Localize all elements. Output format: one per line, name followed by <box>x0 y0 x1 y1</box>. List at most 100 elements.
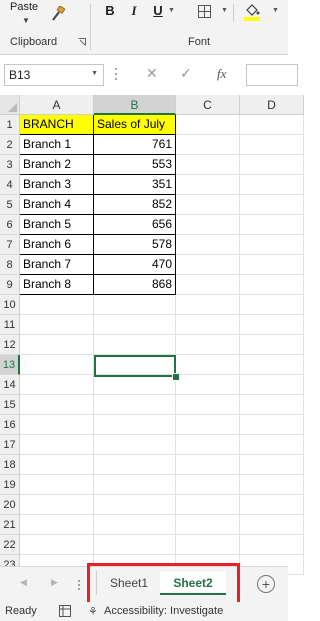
cell-b18[interactable] <box>94 455 176 475</box>
cell-c15[interactable] <box>176 395 240 415</box>
paste-dropdown-icon[interactable]: ▼ <box>22 16 30 25</box>
cell-c18[interactable] <box>176 455 240 475</box>
bold-button[interactable]: B <box>102 3 118 19</box>
cell-d10[interactable] <box>240 295 304 315</box>
cell-c20[interactable] <box>176 495 240 515</box>
cell-a14[interactable] <box>20 375 94 395</box>
cell-a18[interactable] <box>20 455 94 475</box>
cell-d11[interactable] <box>240 315 304 335</box>
insert-function-button[interactable]: fx <box>217 66 226 82</box>
borders-dropdown-icon[interactable]: ▼ <box>221 7 228 14</box>
cell-a17[interactable] <box>20 435 94 455</box>
paste-button[interactable]: Paste <box>10 1 38 13</box>
cell-d12[interactable] <box>240 335 304 355</box>
cell-d2[interactable] <box>240 135 304 155</box>
enter-icon[interactable]: ✓ <box>180 65 192 82</box>
cell-d16[interactable] <box>240 415 304 435</box>
cell-c11[interactable] <box>176 315 240 335</box>
cell-a19[interactable] <box>20 475 94 495</box>
row-header-15[interactable]: 15 <box>0 395 20 415</box>
fill-color-icon[interactable] <box>243 2 261 22</box>
row-header-1[interactable]: 1 <box>0 115 20 135</box>
cell-d20[interactable] <box>240 495 304 515</box>
cell-c10[interactable] <box>176 295 240 315</box>
cell-b11[interactable] <box>94 315 176 335</box>
cell-d9[interactable] <box>240 275 304 295</box>
column-header-a[interactable]: A <box>20 95 94 115</box>
cell-b15[interactable] <box>94 395 176 415</box>
row-header-13[interactable]: 13 <box>0 355 20 375</box>
cell-d17[interactable] <box>240 435 304 455</box>
row-header-20[interactable]: 20 <box>0 495 20 515</box>
row-header-12[interactable]: 12 <box>0 335 20 355</box>
cell-b12[interactable] <box>94 335 176 355</box>
branch-cell[interactable]: Branch 1 <box>20 135 94 155</box>
underline-dropdown-icon[interactable]: ▼ <box>168 7 175 14</box>
row-header-2[interactable]: 2 <box>0 135 20 155</box>
cell-b16[interactable] <box>94 415 176 435</box>
add-sheet-icon[interactable]: + <box>257 575 275 593</box>
cell-a16[interactable] <box>20 415 94 435</box>
cell-d21[interactable] <box>240 515 304 535</box>
underline-button[interactable]: U <box>150 3 166 19</box>
row-header-11[interactable]: 11 <box>0 315 20 335</box>
cell-b21[interactable] <box>94 515 176 535</box>
cell-a20[interactable] <box>20 495 94 515</box>
cell-c2[interactable] <box>176 135 240 155</box>
cell-a13[interactable] <box>20 355 94 375</box>
cell-c9[interactable] <box>176 275 240 295</box>
header-cell-sales[interactable]: Sales of July <box>94 115 176 135</box>
fill-color-dropdown-icon[interactable]: ▼ <box>272 7 279 14</box>
cell-d14[interactable] <box>240 375 304 395</box>
cell-d13[interactable] <box>240 355 304 375</box>
accessibility-icon[interactable]: ⚘ <box>88 605 98 618</box>
row-header-14[interactable]: 14 <box>0 375 20 395</box>
scroll-tabs-right-icon[interactable]: ▶ <box>51 577 58 588</box>
cell-b22[interactable] <box>94 535 176 555</box>
branch-cell[interactable]: Branch 2 <box>20 155 94 175</box>
cell-a12[interactable] <box>20 335 94 355</box>
row-header-16[interactable]: 16 <box>0 415 20 435</box>
dialog-launcher-icon[interactable] <box>78 38 86 46</box>
cell-c3[interactable] <box>176 155 240 175</box>
branch-cell[interactable]: Branch 3 <box>20 175 94 195</box>
column-header-c[interactable]: C <box>176 95 240 115</box>
row-header-22[interactable]: 22 <box>0 535 20 555</box>
cell-b20[interactable] <box>94 495 176 515</box>
cell-mode-icon[interactable] <box>59 605 71 617</box>
tab-bar-grip-icon[interactable] <box>77 578 81 592</box>
cell-d4[interactable] <box>240 175 304 195</box>
accessibility-status[interactable]: Accessibility: Investigate <box>104 605 223 617</box>
italic-button[interactable]: I <box>126 3 142 19</box>
column-header-b[interactable]: B <box>94 95 176 115</box>
active-cell-b13[interactable] <box>94 355 176 377</box>
cell-a10[interactable] <box>20 295 94 315</box>
cell-d5[interactable] <box>240 195 304 215</box>
cell-d7[interactable] <box>240 235 304 255</box>
sales-cell[interactable]: 868 <box>94 275 176 295</box>
cell-d6[interactable] <box>240 215 304 235</box>
row-header-21[interactable]: 21 <box>0 515 20 535</box>
branch-cell[interactable]: Branch 8 <box>20 275 94 295</box>
sales-cell[interactable]: 852 <box>94 195 176 215</box>
cell-b19[interactable] <box>94 475 176 495</box>
sales-cell[interactable]: 761 <box>94 135 176 155</box>
cell-c13[interactable] <box>176 355 240 375</box>
row-header-17[interactable]: 17 <box>0 435 20 455</box>
row-header-7[interactable]: 7 <box>0 235 20 255</box>
cell-c4[interactable] <box>176 175 240 195</box>
cell-a21[interactable] <box>20 515 94 535</box>
format-painter-icon[interactable] <box>50 6 66 22</box>
cell-c17[interactable] <box>176 435 240 455</box>
formula-input[interactable] <box>246 64 298 86</box>
cell-c12[interactable] <box>176 335 240 355</box>
cell-a11[interactable] <box>20 315 94 335</box>
sales-cell[interactable]: 470 <box>94 255 176 275</box>
name-box[interactable]: B13 ▼ <box>4 64 104 86</box>
formula-bar-grip-icon[interactable] <box>114 65 118 83</box>
branch-cell[interactable]: Branch 7 <box>20 255 94 275</box>
sales-cell[interactable]: 578 <box>94 235 176 255</box>
cell-d19[interactable] <box>240 475 304 495</box>
row-header-3[interactable]: 3 <box>0 155 20 175</box>
branch-cell[interactable]: Branch 5 <box>20 215 94 235</box>
